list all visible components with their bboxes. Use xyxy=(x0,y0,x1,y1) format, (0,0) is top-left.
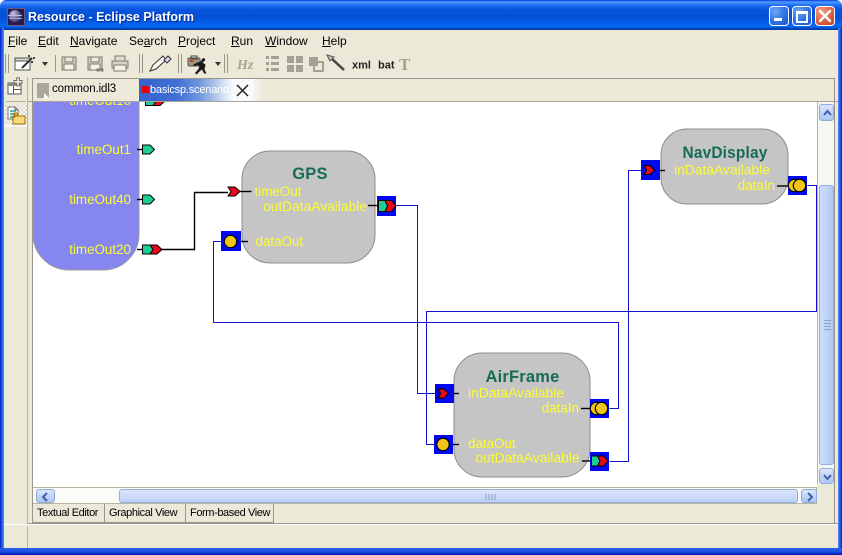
svg-text:bat: bat xyxy=(378,60,395,72)
svg-text:T: T xyxy=(399,55,411,74)
svg-text:GPS: GPS xyxy=(292,165,327,183)
svg-text:inDataAvailable: inDataAvailable xyxy=(468,386,564,401)
svg-text:dataIn: dataIn xyxy=(542,401,579,416)
svg-text:Hz: Hz xyxy=(236,58,254,73)
svg-text:AirFrame: AirFrame xyxy=(485,368,559,386)
svg-text:dataOut: dataOut xyxy=(468,436,516,451)
svg-text:dataOut: dataOut xyxy=(256,234,304,249)
svg-text:timeOut20: timeOut20 xyxy=(69,242,131,257)
svg-text:xml: xml xyxy=(352,60,371,72)
svg-text:dataIn: dataIn xyxy=(738,178,775,193)
svg-text:inDataAvailable: inDataAvailable xyxy=(674,163,770,178)
svg-text:outDataAvailable: outDataAvailable xyxy=(476,451,580,466)
svg-text:timeOut1: timeOut1 xyxy=(77,142,131,157)
svg-text:timeOut: timeOut xyxy=(255,184,302,199)
svg-text:outDataAvailable: outDataAvailable xyxy=(263,199,367,214)
svg-text:NavDisplay: NavDisplay xyxy=(683,144,769,162)
svg-text:timeOut10: timeOut10 xyxy=(69,102,131,108)
svg-text:timeOut40: timeOut40 xyxy=(69,192,131,207)
